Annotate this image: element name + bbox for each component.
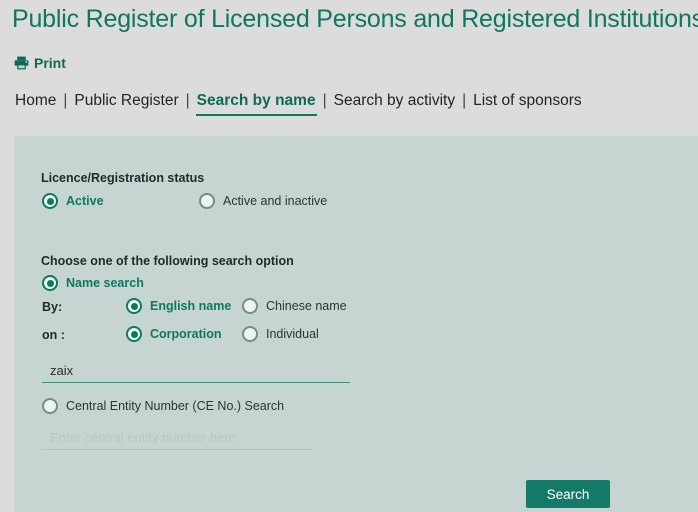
nav-item-list-of-sponsors[interactable]: List of sponsors [472,92,583,110]
name-search-input[interactable] [42,361,350,383]
radio-label: Active and inactive [223,194,328,208]
radio-status-active-and-inactive[interactable]: Active and inactive [199,193,327,209]
printer-icon [14,56,29,70]
radio-indicator [126,298,142,314]
ce-number-input[interactable] [42,428,312,450]
radio-label: Active [66,194,104,208]
search-button[interactable]: Search [526,480,610,508]
radio-label: English name [150,299,232,313]
radio-name-search[interactable]: Name search [42,275,144,291]
nav-item-home[interactable]: Home [14,92,57,110]
nav-separator: | [462,92,467,109]
radio-indicator [42,275,58,291]
nav-separator: | [322,92,327,109]
nav-separator: | [185,92,190,109]
radio-chinese-name[interactable]: Chinese name [242,298,347,314]
radio-corporation[interactable]: Corporation [126,326,222,342]
by-label: By: [42,300,63,314]
print-label: Print [34,55,66,71]
radio-individual[interactable]: Individual [242,326,319,342]
radio-label: Name search [66,276,144,290]
radio-english-name[interactable]: English name [126,298,231,314]
nav-item-public-register[interactable]: Public Register [73,92,179,110]
breadcrumb-nav: Home | Public Register | Search by name … [14,92,583,116]
search-form-panel: Licence/Registration status Active Activ… [14,136,698,512]
nav-item-search-by-name[interactable]: Search by name [195,92,317,116]
nav-item-search-by-activity[interactable]: Search by activity [333,92,456,110]
on-label: on : [42,328,65,342]
radio-label: Individual [266,327,319,341]
nav-separator: | [63,92,68,109]
search-option-heading: Choose one of the following search optio… [41,254,294,268]
radio-indicator [42,193,58,209]
radio-indicator [42,398,58,414]
radio-label: Chinese name [266,299,347,313]
radio-indicator [242,298,258,314]
print-button[interactable]: Print [14,55,66,71]
radio-ce-number-search[interactable]: Central Entity Number (CE No.) Search [42,398,284,414]
radio-status-active[interactable]: Active [42,193,104,209]
radio-indicator [242,326,258,342]
radio-label: Corporation [150,327,222,341]
radio-label: Central Entity Number (CE No.) Search [66,399,285,413]
radio-indicator [126,326,142,342]
page-title: Public Register of Licensed Persons and … [12,5,698,33]
radio-indicator [199,193,215,209]
status-heading: Licence/Registration status [41,171,205,185]
